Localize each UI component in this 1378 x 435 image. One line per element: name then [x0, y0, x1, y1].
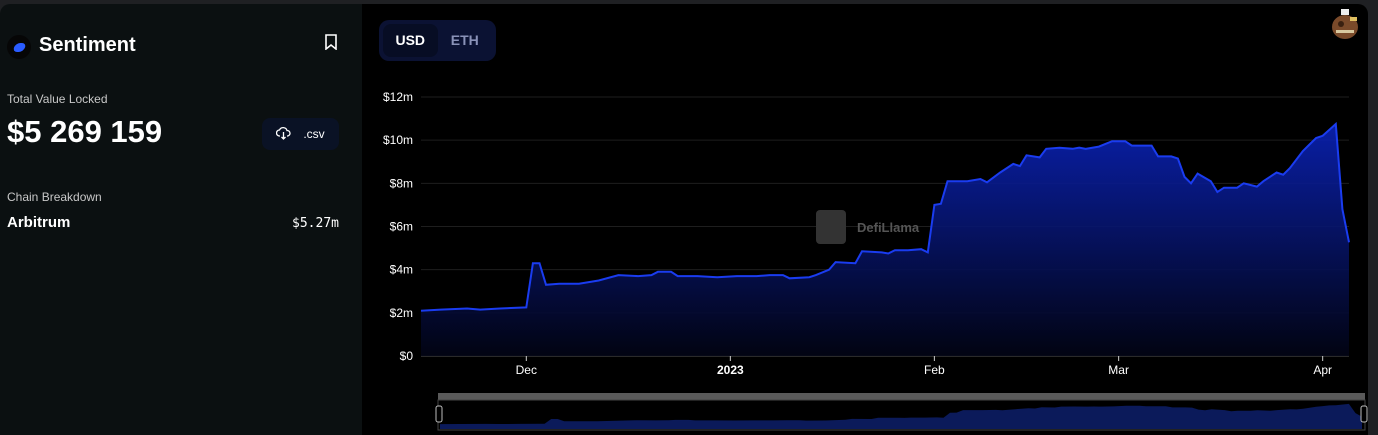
- tvl-area: [421, 124, 1349, 356]
- cloud-download-icon: [276, 126, 291, 143]
- brush-bar[interactable]: [438, 393, 1365, 400]
- bookmark-icon[interactable]: [324, 34, 338, 55]
- csv-label: .csv: [303, 127, 325, 141]
- watermark-text: DefiLlama: [857, 220, 920, 235]
- x-tick-label: 2023: [717, 363, 744, 377]
- x-tick-label: Apr: [1313, 363, 1332, 377]
- chain-value: $5.27m: [292, 216, 339, 231]
- brush-handle-left[interactable]: [435, 405, 443, 423]
- sentiment-logo-icon: [7, 35, 31, 59]
- x-tick-label: Dec: [516, 363, 537, 377]
- y-tick-label: $4m: [390, 263, 413, 277]
- y-tick-label: $6m: [390, 220, 413, 234]
- defillama-watermark: DefiLlama: [816, 210, 920, 244]
- x-tick-label: Mar: [1108, 363, 1129, 377]
- y-tick-label: $2m: [390, 306, 413, 320]
- tvl-label: Total Value Locked: [7, 92, 108, 106]
- protocol-panel: Sentiment Total Value Locked $5 269 159 …: [0, 4, 362, 435]
- y-tick-label: $8m: [390, 176, 413, 190]
- brush-handle-right[interactable]: [1360, 405, 1368, 423]
- zoom-brush[interactable]: [435, 393, 1368, 431]
- y-tick-label: $10m: [383, 133, 413, 147]
- protocol-title: Sentiment: [39, 34, 136, 56]
- tvl-value: $5 269 159: [7, 114, 163, 149]
- chart-panel: USD ETH $0 $2m $4m $6m $8m $10m $12m DefiLlama…: [362, 4, 1368, 435]
- download-csv-button[interactable]: .csv: [262, 118, 339, 150]
- y-tick-label: $0: [400, 349, 414, 363]
- chain-name: Arbitrum: [7, 214, 71, 231]
- y-tick-label: $12m: [383, 90, 413, 104]
- tvl-chart[interactable]: $0 $2m $4m $6m $8m $10m $12m DefiLlama Dec 2023…: [362, 4, 1368, 435]
- chain-breakdown-label: Chain Breakdown: [7, 190, 102, 204]
- x-tick-label: Feb: [924, 363, 945, 377]
